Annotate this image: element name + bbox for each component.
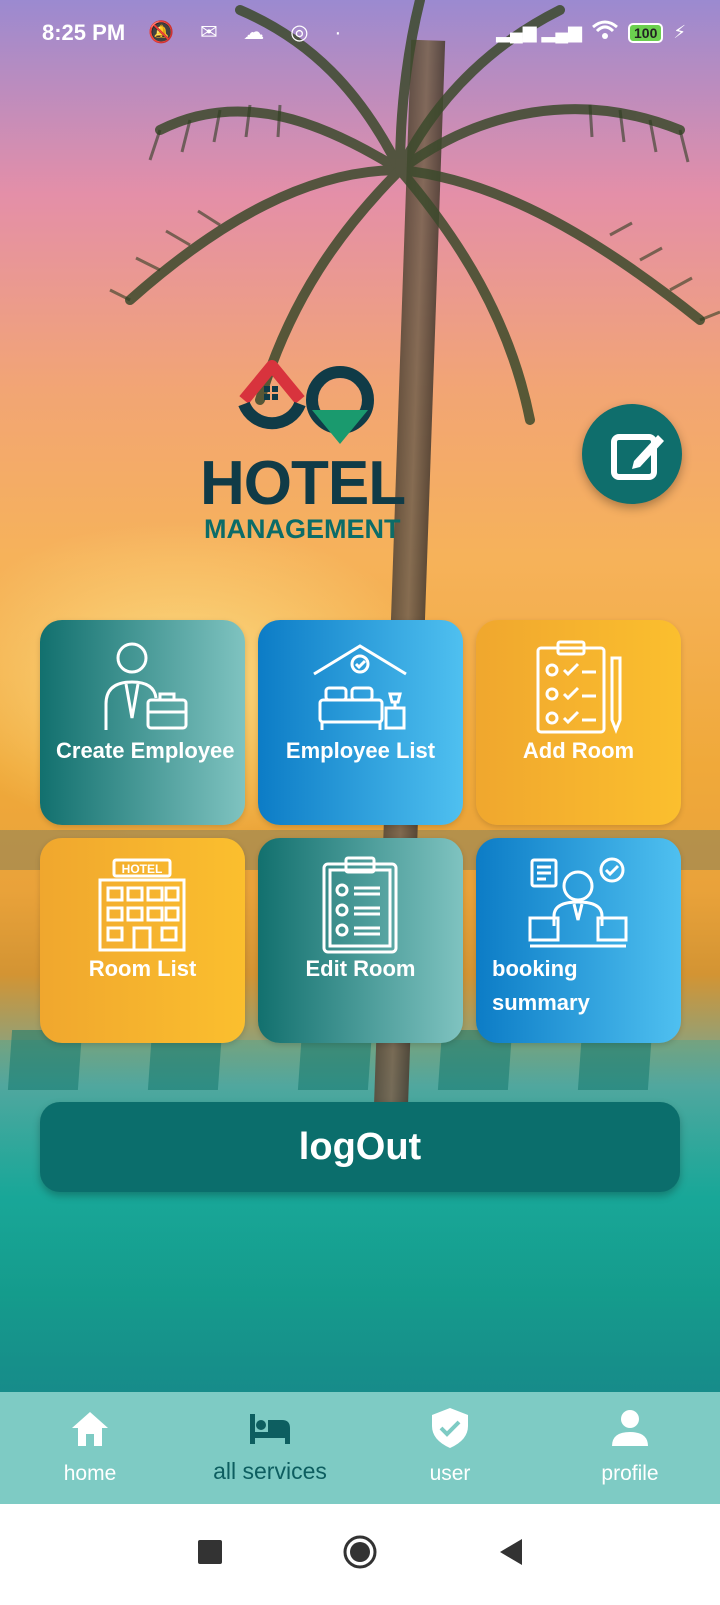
tile-label: Room List	[88, 956, 197, 981]
notification-icons: 🔕 ✉ ☁ ◎ ·	[148, 21, 352, 44]
nav-label: home	[63, 1462, 117, 1485]
tile-room-list[interactable]: HOTEL Room List	[40, 838, 245, 1043]
nav-label: user	[429, 1462, 471, 1485]
hotel-management-logo: HOTEL MANAGEMENT	[200, 360, 440, 550]
hotel-building-icon: HOTEL	[98, 858, 186, 952]
tile-label: Add Room	[522, 738, 635, 763]
tile-booking-summary[interactable]: booking summary	[476, 838, 681, 1043]
svg-text:HOTEL: HOTEL	[122, 862, 163, 876]
clipboard-list-icon	[322, 856, 398, 954]
square-icon	[198, 1540, 222, 1564]
tile-label: Employee List	[285, 738, 436, 763]
logo-title: HOTEL	[200, 449, 406, 518]
nav-label: all services	[213, 1458, 327, 1484]
shield-check-icon	[432, 1408, 468, 1448]
charging-icon: ⚡	[673, 22, 686, 42]
wifi-icon	[592, 20, 618, 45]
status-bar: 8:25 PM 🔕 ✉ ☁ ◎ · ▂▄▆ ▂▄▆ 100 ⚡	[0, 0, 720, 70]
nav-item-profile[interactable]: profile	[540, 1392, 720, 1504]
recents-button[interactable]	[170, 1504, 250, 1600]
tile-label: booking summary	[492, 956, 590, 1015]
tile-add-room[interactable]: Add Room	[476, 620, 681, 825]
nav-item-all-services[interactable]: all services	[180, 1392, 360, 1504]
nav-item-user[interactable]: user	[360, 1392, 540, 1504]
signal-icon: ▂▄▆ ▂▄▆	[496, 22, 582, 42]
nav-label: profile	[601, 1462, 659, 1485]
receptionist-icon	[528, 857, 628, 948]
employee-briefcase-icon	[104, 642, 188, 730]
bed-icon	[250, 1414, 290, 1444]
nav-item-home[interactable]: home	[0, 1392, 180, 1504]
home-system-button[interactable]	[320, 1504, 400, 1600]
tile-edit-room[interactable]: Edit Room	[258, 838, 463, 1043]
battery-icon: 100	[628, 22, 664, 43]
back-button[interactable]	[470, 1504, 550, 1600]
circle-icon	[343, 1535, 377, 1569]
system-navigation-bar	[0, 1504, 720, 1600]
tile-label: Edit Room	[305, 956, 416, 981]
status-time: 8:25 PM	[42, 20, 126, 45]
tile-employee-list[interactable]: Employee List	[258, 620, 463, 825]
back-triangle-icon	[500, 1539, 522, 1565]
logo-subtitle: MANAGEMENT	[204, 514, 401, 544]
home-icon	[72, 1412, 108, 1446]
logout-button[interactable]: logOut	[40, 1102, 680, 1192]
person-icon	[612, 1410, 648, 1446]
bottom-navigation: home all services user profile	[0, 1392, 720, 1504]
clipboard-checklist-icon	[536, 640, 622, 735]
status-right: ▂▄▆ ▂▄▆ 100 ⚡	[496, 20, 686, 45]
edit-icon	[611, 434, 664, 480]
logo-mark-icon	[238, 360, 374, 444]
tile-label: Create Employee	[56, 738, 235, 763]
hotel-bed-icon	[313, 644, 407, 730]
edit-fab-button[interactable]	[582, 404, 682, 504]
tile-create-employee[interactable]: Create Employee	[40, 620, 245, 825]
